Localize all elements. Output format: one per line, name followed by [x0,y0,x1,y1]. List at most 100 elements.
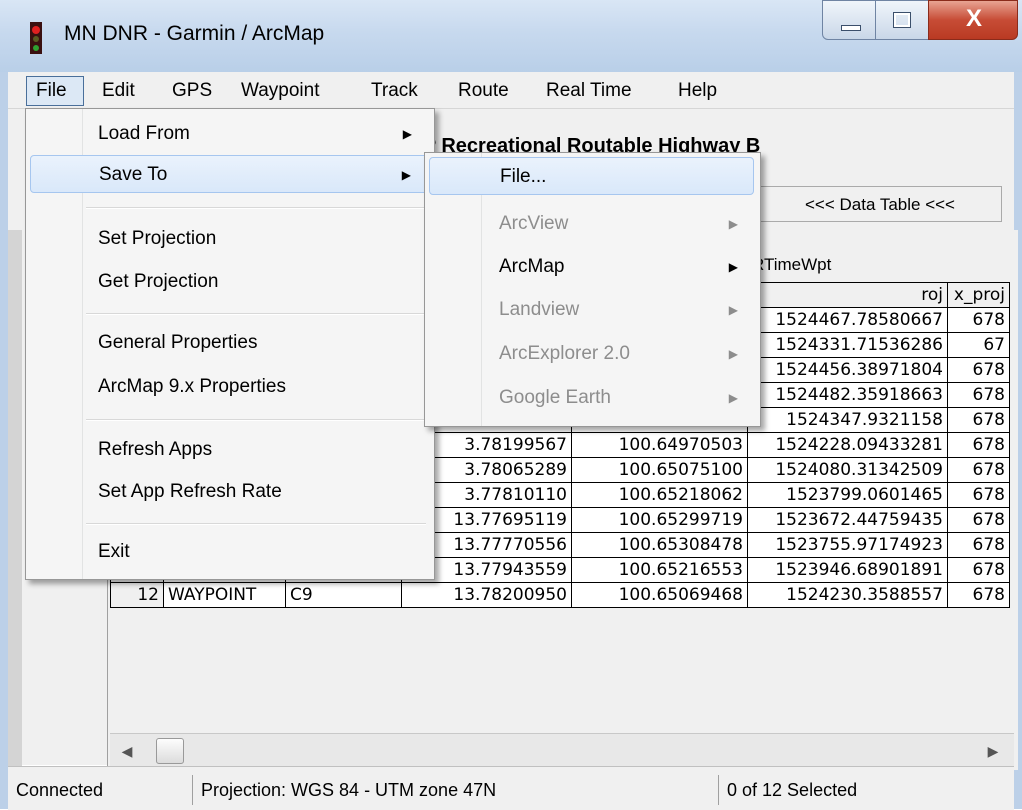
table-cell-type[interactable]: WAYPOINT [163,582,286,608]
menu-item-set-app-refresh-rate[interactable]: Set App Refresh Rate [30,473,428,511]
menu-item-get-projection[interactable]: Get Projection [30,263,428,301]
status-connection: Connected [16,780,104,800]
table-cell-y[interactable]: 1524331.71536286 [747,332,948,358]
table-cell-lat[interactable]: 13.78200950 [401,582,572,608]
table-cell-y[interactable]: 1524456.38971804 [747,357,948,383]
table-cell-name[interactable]: C9 [285,582,402,608]
table-cell-x[interactable]: 678 [947,457,1010,483]
file-menu-dropdown: Load From ▶ Save To ▶ Set Projection Get… [25,108,435,580]
menu-item-refresh-apps[interactable]: Refresh Apps [30,431,428,469]
submenu-arrow-icon: ▶ [402,127,412,141]
menu-item-label: File... [500,166,547,187]
save-to-submenu: File... ArcView ▶ ArcMap ▶ Landview ▶ Ar… [424,152,761,427]
status-selection: 0 of 12 Selected [718,775,1008,805]
table-cell-n[interactable]: 12 [110,582,164,608]
close-button[interactable]: X [928,0,1018,40]
table-cell-lon[interactable]: 100.65218062 [571,482,748,508]
table-cell-x[interactable]: 67 [947,332,1010,358]
table-cell-x[interactable]: 678 [947,432,1010,458]
table-cell-x[interactable]: 678 [947,582,1010,608]
menu-separator [86,419,426,421]
table-caption: RTimeWpt [752,255,832,274]
menu-item-label: Google Earth [499,387,611,408]
table-cell-x[interactable]: 678 [947,532,1010,558]
menu-item-label: Refresh Apps [98,439,213,460]
table-cell-y[interactable]: 1524482.35918663 [747,382,948,408]
table-cell-y[interactable]: 1524230.3588557 [747,582,948,608]
table-cell-y[interactable]: 1523755.97174923 [747,532,948,558]
column-header-x-proj[interactable]: x_proj [947,282,1010,308]
menu-help[interactable]: Help [678,78,717,104]
menu-file[interactable]: File [26,76,84,106]
maximize-button[interactable] [875,0,929,40]
submenu-arrow-icon: ▶ [728,260,738,274]
table-cell-lon[interactable]: 100.64970503 [571,432,748,458]
menu-track[interactable]: Track [371,78,418,104]
menu-item-label: ArcExplorer 2.0 [499,343,630,364]
menu-item-file[interactable]: File... [429,157,754,195]
table-cell-y[interactable]: 1523799.0601465 [747,482,948,508]
menu-item-label: ArcMap [499,256,565,277]
table-cell-y[interactable]: 1524467.78580667 [747,307,948,333]
menu-waypoint[interactable]: Waypoint [241,78,320,104]
table-cell-lon[interactable]: 100.65308478 [571,532,748,558]
table-cell-y[interactable]: 1524080.31342509 [747,457,948,483]
table-cell-lon[interactable]: 100.65069468 [571,582,748,608]
menu-item-label: Load From [98,123,190,144]
scroll-right-arrow-icon[interactable]: ▶ [976,734,1010,768]
title-bar[interactable]: MN DNR - Garmin / ArcMap X [0,0,1022,73]
menu-separator [86,313,426,315]
menu-item-label: Exit [98,541,130,562]
minimize-icon [841,25,861,31]
submenu-arrow-icon: ▶ [728,217,738,231]
window-frame-left [0,72,8,809]
status-bar: Connected Projection: WGS 84 - UTM zone … [8,766,1014,810]
data-table-button[interactable]: <<< Data Table <<< [758,186,1002,222]
table-cell-lon[interactable]: 100.65299719 [571,507,748,533]
menu-route[interactable]: Route [458,78,509,104]
table-cell-y[interactable]: 1524228.09433281 [747,432,948,458]
menu-item-label: Get Projection [98,271,219,292]
table-row[interactable]: 12 WAYPOINT C9 13.78200950 100.65069468 15242… [110,582,1010,608]
submenu-arrow-icon: ▶ [728,303,738,317]
traffic-light-icon [30,22,42,54]
menu-item-save-to[interactable]: Save To ▶ [30,155,428,193]
menu-item-label: ArcMap 9.x Properties [98,376,286,397]
close-icon: X [965,5,982,32]
menu-item-general-properties[interactable]: General Properties [30,324,428,362]
column-header-y-proj[interactable]: roj [747,282,948,308]
table-cell-x[interactable]: 678 [947,357,1010,383]
table-cell-x[interactable]: 678 [947,482,1010,508]
menu-edit[interactable]: Edit [102,78,135,104]
menu-gps[interactable]: GPS [172,78,212,104]
menu-item-label: Set Projection [98,228,217,249]
menu-item-load-from[interactable]: Load From ▶ [30,115,428,153]
menu-item-exit[interactable]: Exit [30,533,428,571]
table-cell-x[interactable]: 678 [947,307,1010,333]
scroll-thumb[interactable] [156,738,184,764]
table-cell-x[interactable]: 678 [947,382,1010,408]
left-panel-splitter[interactable] [8,230,22,770]
minimize-button[interactable] [822,0,876,40]
menu-item-set-projection[interactable]: Set Projection [30,220,428,258]
menu-item-google-earth[interactable]: Google Earth ▶ [429,379,754,417]
scroll-left-arrow-icon[interactable]: ◀ [110,734,144,768]
menu-item-label: Landview [499,299,580,320]
table-cell-x[interactable]: 678 [947,507,1010,533]
menu-item-arcview[interactable]: ArcView ▶ [429,205,754,243]
horizontal-scrollbar[interactable]: ◀ ▶ [110,733,1014,768]
table-cell-x[interactable]: 678 [947,557,1010,583]
menu-item-arcmap-properties[interactable]: ArcMap 9.x Properties [30,368,428,406]
menu-item-arcmap[interactable]: ArcMap ▶ [429,248,754,286]
table-cell-y[interactable]: 1523672.44759435 [747,507,948,533]
table-cell-lon[interactable]: 100.65075100 [571,457,748,483]
table-cell-lon[interactable]: 100.65216553 [571,557,748,583]
table-cell-y[interactable]: 1523946.68901891 [747,557,948,583]
menu-real-time[interactable]: Real Time [546,78,632,104]
menu-item-arcexplorer[interactable]: ArcExplorer 2.0 ▶ [429,335,754,373]
menu-item-landview[interactable]: Landview ▶ [429,291,754,329]
menu-item-label: General Properties [98,332,258,353]
menu-separator [86,523,426,525]
table-cell-x[interactable]: 678 [947,407,1010,433]
table-cell-y[interactable]: 1524347.9321158 [747,407,948,433]
